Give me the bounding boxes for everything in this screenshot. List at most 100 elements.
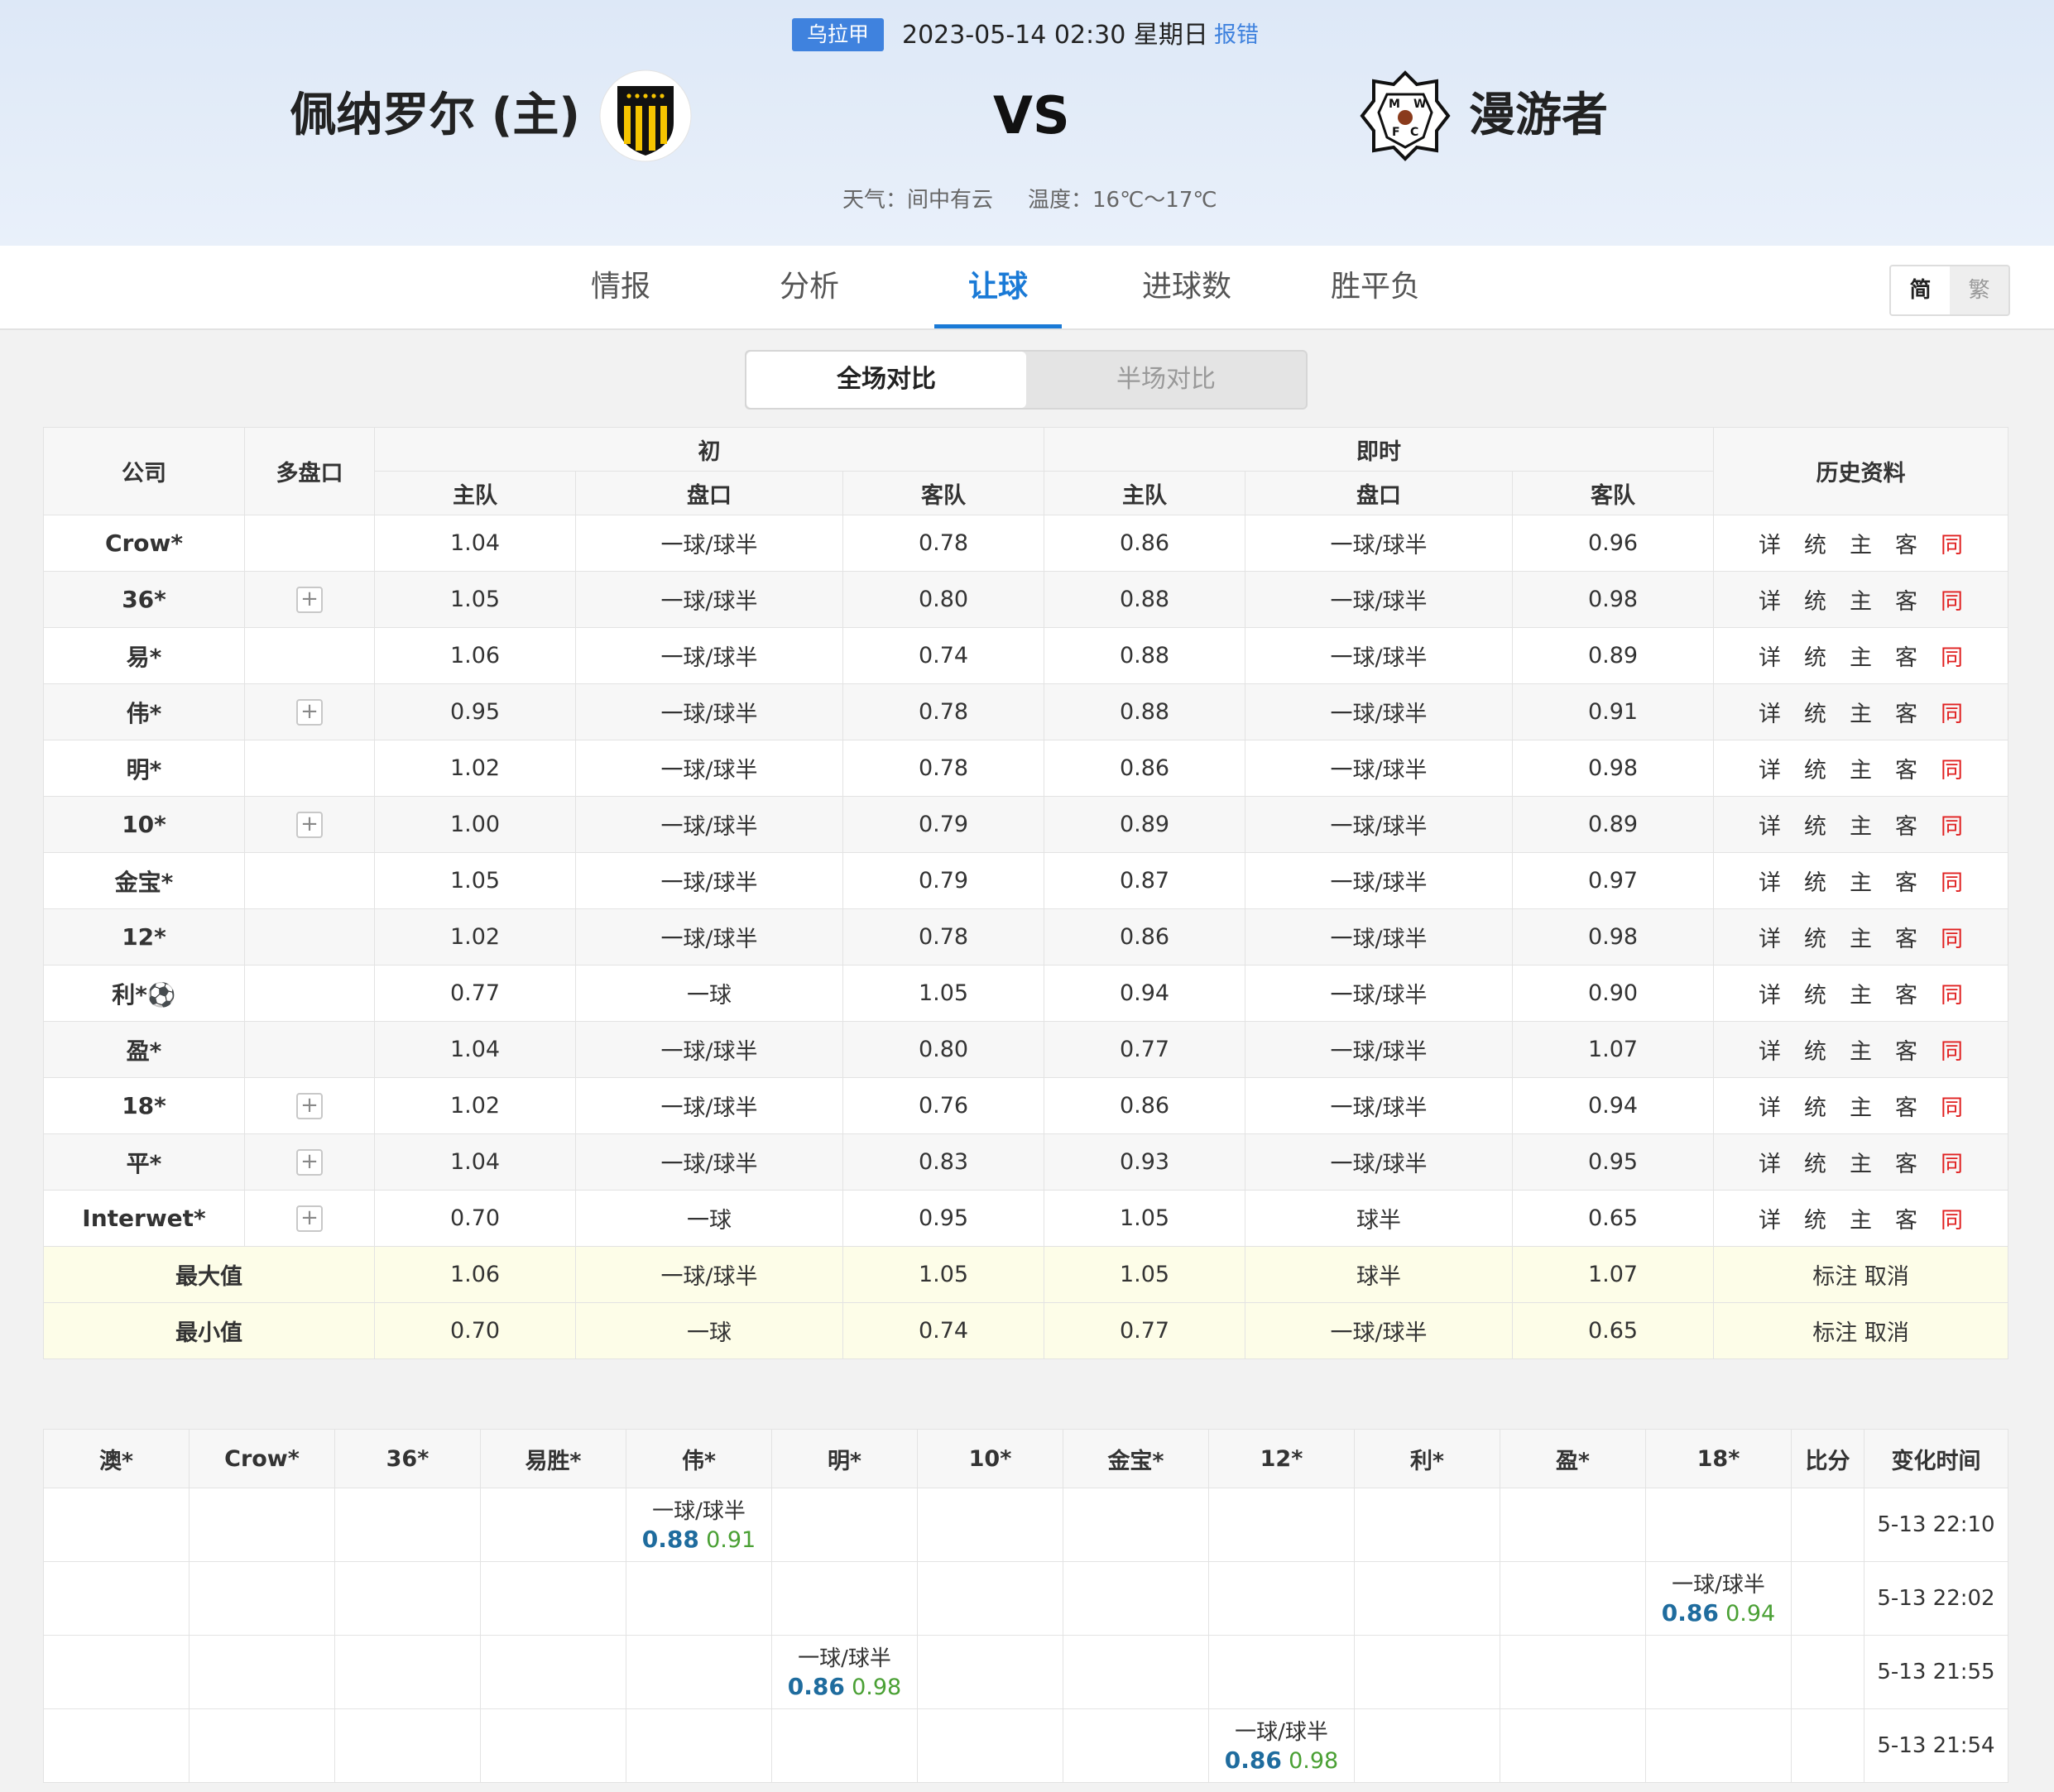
change-cell[interactable]: 一球/球半 0.86 0.94 xyxy=(1645,1561,1792,1636)
history-away-link[interactable]: 客 xyxy=(1895,640,1917,672)
live-line[interactable]: 一球/球半 xyxy=(1245,1021,1514,1078)
live-away-odds[interactable]: 0.89 xyxy=(1512,627,1715,684)
history-away-link[interactable]: 客 xyxy=(1895,527,1917,559)
tab-analysis[interactable]: 分析 xyxy=(760,246,859,328)
history-home-link[interactable]: 主 xyxy=(1850,1146,1872,1178)
history-home-link[interactable]: 主 xyxy=(1850,921,1872,953)
live-away-odds[interactable]: 0.98 xyxy=(1512,740,1715,797)
history-stats-link[interactable]: 统 xyxy=(1804,640,1826,672)
company-name[interactable]: 利*⚽ xyxy=(43,965,245,1022)
company-name[interactable]: 伟* xyxy=(43,683,245,740)
live-home-odds[interactable]: 0.86 xyxy=(1044,515,1246,572)
expand-plus-icon[interactable]: + xyxy=(296,1205,323,1232)
history-detail-link[interactable]: 详 xyxy=(1759,1146,1781,1178)
live-home-odds[interactable]: 0.89 xyxy=(1044,796,1246,853)
change-cell[interactable]: 一球/球半 0.86 0.98 xyxy=(1208,1708,1355,1783)
live-away-odds[interactable]: 0.91 xyxy=(1512,683,1715,740)
live-line[interactable]: 一球/球半 xyxy=(1245,1133,1514,1191)
expand-plus-icon[interactable]: + xyxy=(296,1149,323,1176)
history-detail-link[interactable]: 详 xyxy=(1759,752,1781,784)
history-same-link[interactable]: 同 xyxy=(1941,527,1963,559)
history-away-link[interactable]: 客 xyxy=(1895,921,1917,953)
history-stats-link[interactable]: 统 xyxy=(1804,921,1826,953)
lang-simplified-button[interactable]: 简 xyxy=(1891,266,1950,314)
live-home-odds[interactable]: 1.05 xyxy=(1044,1190,1246,1247)
tab-total-goals[interactable]: 进球数 xyxy=(1131,246,1242,328)
history-home-link[interactable]: 主 xyxy=(1850,1090,1872,1122)
live-away-odds[interactable]: 0.96 xyxy=(1512,515,1715,572)
league-badge[interactable]: 乌拉甲 xyxy=(792,18,884,51)
live-home-odds[interactable]: 0.88 xyxy=(1044,571,1246,628)
company-name[interactable]: 平* xyxy=(43,1133,245,1191)
history-detail-link[interactable]: 详 xyxy=(1759,865,1781,897)
history-detail-link[interactable]: 详 xyxy=(1759,1202,1781,1234)
company-name[interactable]: 易* xyxy=(43,627,245,684)
history-away-link[interactable]: 客 xyxy=(1895,752,1917,784)
live-away-odds[interactable]: 0.89 xyxy=(1512,796,1715,853)
history-stats-link[interactable]: 统 xyxy=(1804,752,1826,784)
history-detail-link[interactable]: 详 xyxy=(1759,696,1781,728)
history-home-link[interactable]: 主 xyxy=(1850,527,1872,559)
live-home-odds[interactable]: 0.86 xyxy=(1044,740,1246,797)
history-stats-link[interactable]: 统 xyxy=(1804,1090,1826,1122)
history-stats-link[interactable]: 统 xyxy=(1804,1202,1826,1234)
live-home-odds[interactable]: 0.88 xyxy=(1044,627,1246,684)
company-name[interactable]: Interwet* xyxy=(43,1190,245,1247)
history-same-link[interactable]: 同 xyxy=(1941,977,1963,1009)
expand-plus-icon[interactable]: + xyxy=(296,699,323,726)
expand-plus-icon[interactable]: + xyxy=(296,1093,323,1119)
home-team-name[interactable]: 佩纳罗尔 (主) xyxy=(290,83,580,149)
history-home-link[interactable]: 主 xyxy=(1850,808,1872,841)
history-same-link[interactable]: 同 xyxy=(1941,640,1963,672)
history-detail-link[interactable]: 详 xyxy=(1759,583,1781,616)
full-match-compare-button[interactable]: 全场对比 xyxy=(746,352,1026,408)
history-away-link[interactable]: 客 xyxy=(1895,977,1917,1009)
tab-intel[interactable]: 情报 xyxy=(571,246,670,328)
history-home-link[interactable]: 主 xyxy=(1850,977,1872,1009)
history-away-link[interactable]: 客 xyxy=(1895,696,1917,728)
history-same-link[interactable]: 同 xyxy=(1941,583,1963,616)
history-home-link[interactable]: 主 xyxy=(1850,583,1872,616)
company-name[interactable]: 盈* xyxy=(43,1021,245,1078)
history-home-link[interactable]: 主 xyxy=(1850,1033,1872,1066)
history-stats-link[interactable]: 统 xyxy=(1804,527,1826,559)
live-away-odds[interactable]: 0.98 xyxy=(1512,571,1715,628)
tab-handicap[interactable]: 让球 xyxy=(934,246,1062,328)
live-line[interactable]: 一球/球半 xyxy=(1245,908,1514,965)
live-away-odds[interactable]: 0.97 xyxy=(1512,852,1715,909)
expand-plus-icon[interactable]: + xyxy=(296,587,323,613)
history-home-link[interactable]: 主 xyxy=(1850,696,1872,728)
history-detail-link[interactable]: 详 xyxy=(1759,921,1781,953)
live-away-odds[interactable]: 0.65 xyxy=(1512,1190,1715,1247)
summary-mark-actions[interactable]: 标注 取消 xyxy=(1713,1246,2009,1303)
history-away-link[interactable]: 客 xyxy=(1895,1033,1917,1066)
history-detail-link[interactable]: 详 xyxy=(1759,1033,1781,1066)
history-away-link[interactable]: 客 xyxy=(1895,808,1917,841)
live-line[interactable]: 一球/球半 xyxy=(1245,1077,1514,1134)
lang-traditional-button[interactable]: 繁 xyxy=(1950,266,2008,314)
change-cell[interactable]: 一球/球半 0.88 0.91 xyxy=(626,1488,772,1562)
live-line[interactable]: 一球/球半 xyxy=(1245,852,1514,909)
live-line[interactable]: 一球/球半 xyxy=(1245,683,1514,740)
report-error-link[interactable]: 报错 xyxy=(1214,18,1259,53)
live-line[interactable]: 一球/球半 xyxy=(1245,515,1514,572)
away-team-logo-icon[interactable]: M W F C xyxy=(1359,69,1452,162)
history-stats-link[interactable]: 统 xyxy=(1804,1146,1826,1178)
history-detail-link[interactable]: 详 xyxy=(1759,977,1781,1009)
history-same-link[interactable]: 同 xyxy=(1941,1090,1963,1122)
live-away-odds[interactable]: 0.98 xyxy=(1512,908,1715,965)
live-away-odds[interactable]: 0.90 xyxy=(1512,965,1715,1022)
company-name[interactable]: 36* xyxy=(43,571,245,628)
live-home-odds[interactable]: 0.77 xyxy=(1044,1021,1246,1078)
history-detail-link[interactable]: 详 xyxy=(1759,808,1781,841)
history-home-link[interactable]: 主 xyxy=(1850,865,1872,897)
away-team-name[interactable]: 漫游者 xyxy=(1469,83,1608,149)
company-name[interactable]: 10* xyxy=(43,796,245,853)
history-away-link[interactable]: 客 xyxy=(1895,1146,1917,1178)
history-away-link[interactable]: 客 xyxy=(1895,1090,1917,1122)
history-same-link[interactable]: 同 xyxy=(1941,1033,1963,1066)
history-home-link[interactable]: 主 xyxy=(1850,752,1872,784)
company-name[interactable]: 金宝* xyxy=(43,852,245,909)
live-away-odds[interactable]: 1.07 xyxy=(1512,1021,1715,1078)
history-same-link[interactable]: 同 xyxy=(1941,696,1963,728)
